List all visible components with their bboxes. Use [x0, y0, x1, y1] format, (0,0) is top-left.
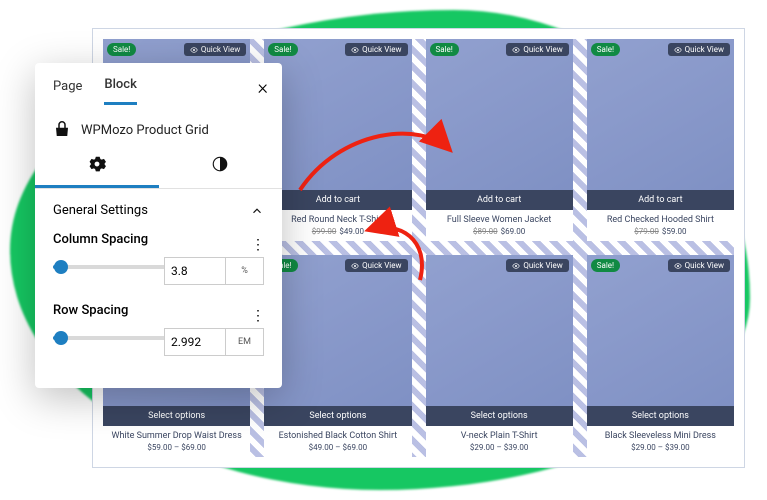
column-spacing-unit[interactable]: %: [225, 258, 263, 284]
close-icon[interactable]: ×: [258, 75, 268, 99]
gear-icon: [88, 155, 106, 173]
select-options-button[interactable]: Select options: [587, 406, 734, 426]
block-name: WPMozo Product Grid: [81, 123, 209, 138]
product-price: $99.00$49.00: [269, 227, 406, 236]
quick-view-button[interactable]: Quick View: [506, 259, 568, 272]
sale-badge: Sale!: [591, 43, 620, 56]
row-spacing-input[interactable]: [165, 329, 225, 355]
product-price: $49.00 – $69.00: [269, 443, 406, 452]
select-options-button[interactable]: Select options: [103, 406, 250, 426]
product-name: Estonished Black Cotton Shirt: [269, 431, 406, 441]
tab-page[interactable]: Page: [53, 79, 82, 104]
styles-tab[interactable]: [159, 147, 283, 188]
product-card[interactable]: Quick View Select options V-neck Plain T…: [426, 255, 573, 457]
more-options-icon[interactable]: ⋮: [251, 308, 264, 324]
quick-view-button[interactable]: Quick View: [668, 259, 730, 272]
add-to-cart-button[interactable]: Add to cart: [587, 190, 734, 210]
product-name: Red Checked Hooded Shirt: [592, 215, 729, 225]
contrast-icon: [211, 155, 229, 173]
product-name: White Summer Drop Waist Dress: [108, 431, 245, 441]
product-card[interactable]: Sale! Quick View Add to cart Red Checked…: [587, 39, 734, 241]
settings-tab[interactable]: [35, 147, 159, 188]
select-options-button[interactable]: Select options: [264, 406, 411, 426]
product-card[interactable]: Sale! Quick View Add to cart Full Sleeve…: [426, 39, 573, 241]
add-to-cart-button[interactable]: Add to cart: [426, 190, 573, 210]
column-spacing-label: Column Spacing: [53, 232, 148, 247]
row-spacing-control: Row Spacing ⋮ EM: [53, 303, 264, 356]
product-price: $89.00$69.00: [431, 227, 568, 236]
product-name: Full Sleeve Women Jacket: [431, 215, 568, 225]
quick-view-button[interactable]: Quick View: [184, 43, 246, 56]
sale-badge: Sale!: [268, 43, 297, 56]
select-options-button[interactable]: Select options: [426, 406, 573, 426]
row-spacing-label: Row Spacing: [53, 303, 128, 318]
add-to-cart-button[interactable]: Add to cart: [264, 190, 411, 210]
quick-view-button[interactable]: Quick View: [345, 259, 407, 272]
product-name: Black Sleeveless Mini Dress: [592, 431, 729, 441]
sale-badge: Sale!: [107, 43, 136, 56]
product-price: $59.00 – $69.00: [108, 443, 245, 452]
chevron-up-icon[interactable]: [250, 204, 264, 218]
column-spacing-control: Column Spacing ⋮ %: [53, 232, 264, 285]
product-price: $29.00 – $39.00: [431, 443, 568, 452]
product-card[interactable]: Sale! Quick View Select options Black Sl…: [587, 255, 734, 457]
quick-view-button[interactable]: Quick View: [345, 43, 407, 56]
product-price: $29.00 – $39.00: [592, 443, 729, 452]
column-spacing-input[interactable]: [165, 258, 225, 284]
sale-badge: Sale!: [430, 43, 459, 56]
product-name: Red Round Neck T-Shirt: [269, 215, 406, 225]
product-price: $79.00$59.00: [592, 227, 729, 236]
product-card[interactable]: Sale! Quick View Select options Estonish…: [264, 255, 411, 457]
block-settings-panel: Page Block × WPMozo Product Grid General…: [35, 63, 282, 388]
section-title: General Settings: [53, 203, 148, 218]
product-name: V-neck Plain T-Shirt: [431, 431, 568, 441]
more-options-icon[interactable]: ⋮: [251, 237, 264, 253]
row-spacing-unit[interactable]: EM: [225, 329, 263, 355]
product-card[interactable]: Sale! Quick View Add to cart Red Round N…: [264, 39, 411, 241]
quick-view-button[interactable]: Quick View: [668, 43, 730, 56]
quick-view-button[interactable]: Quick View: [506, 43, 568, 56]
shop-icon: [53, 121, 71, 139]
tab-block[interactable]: Block: [104, 77, 136, 105]
sale-badge: Sale!: [591, 259, 620, 272]
